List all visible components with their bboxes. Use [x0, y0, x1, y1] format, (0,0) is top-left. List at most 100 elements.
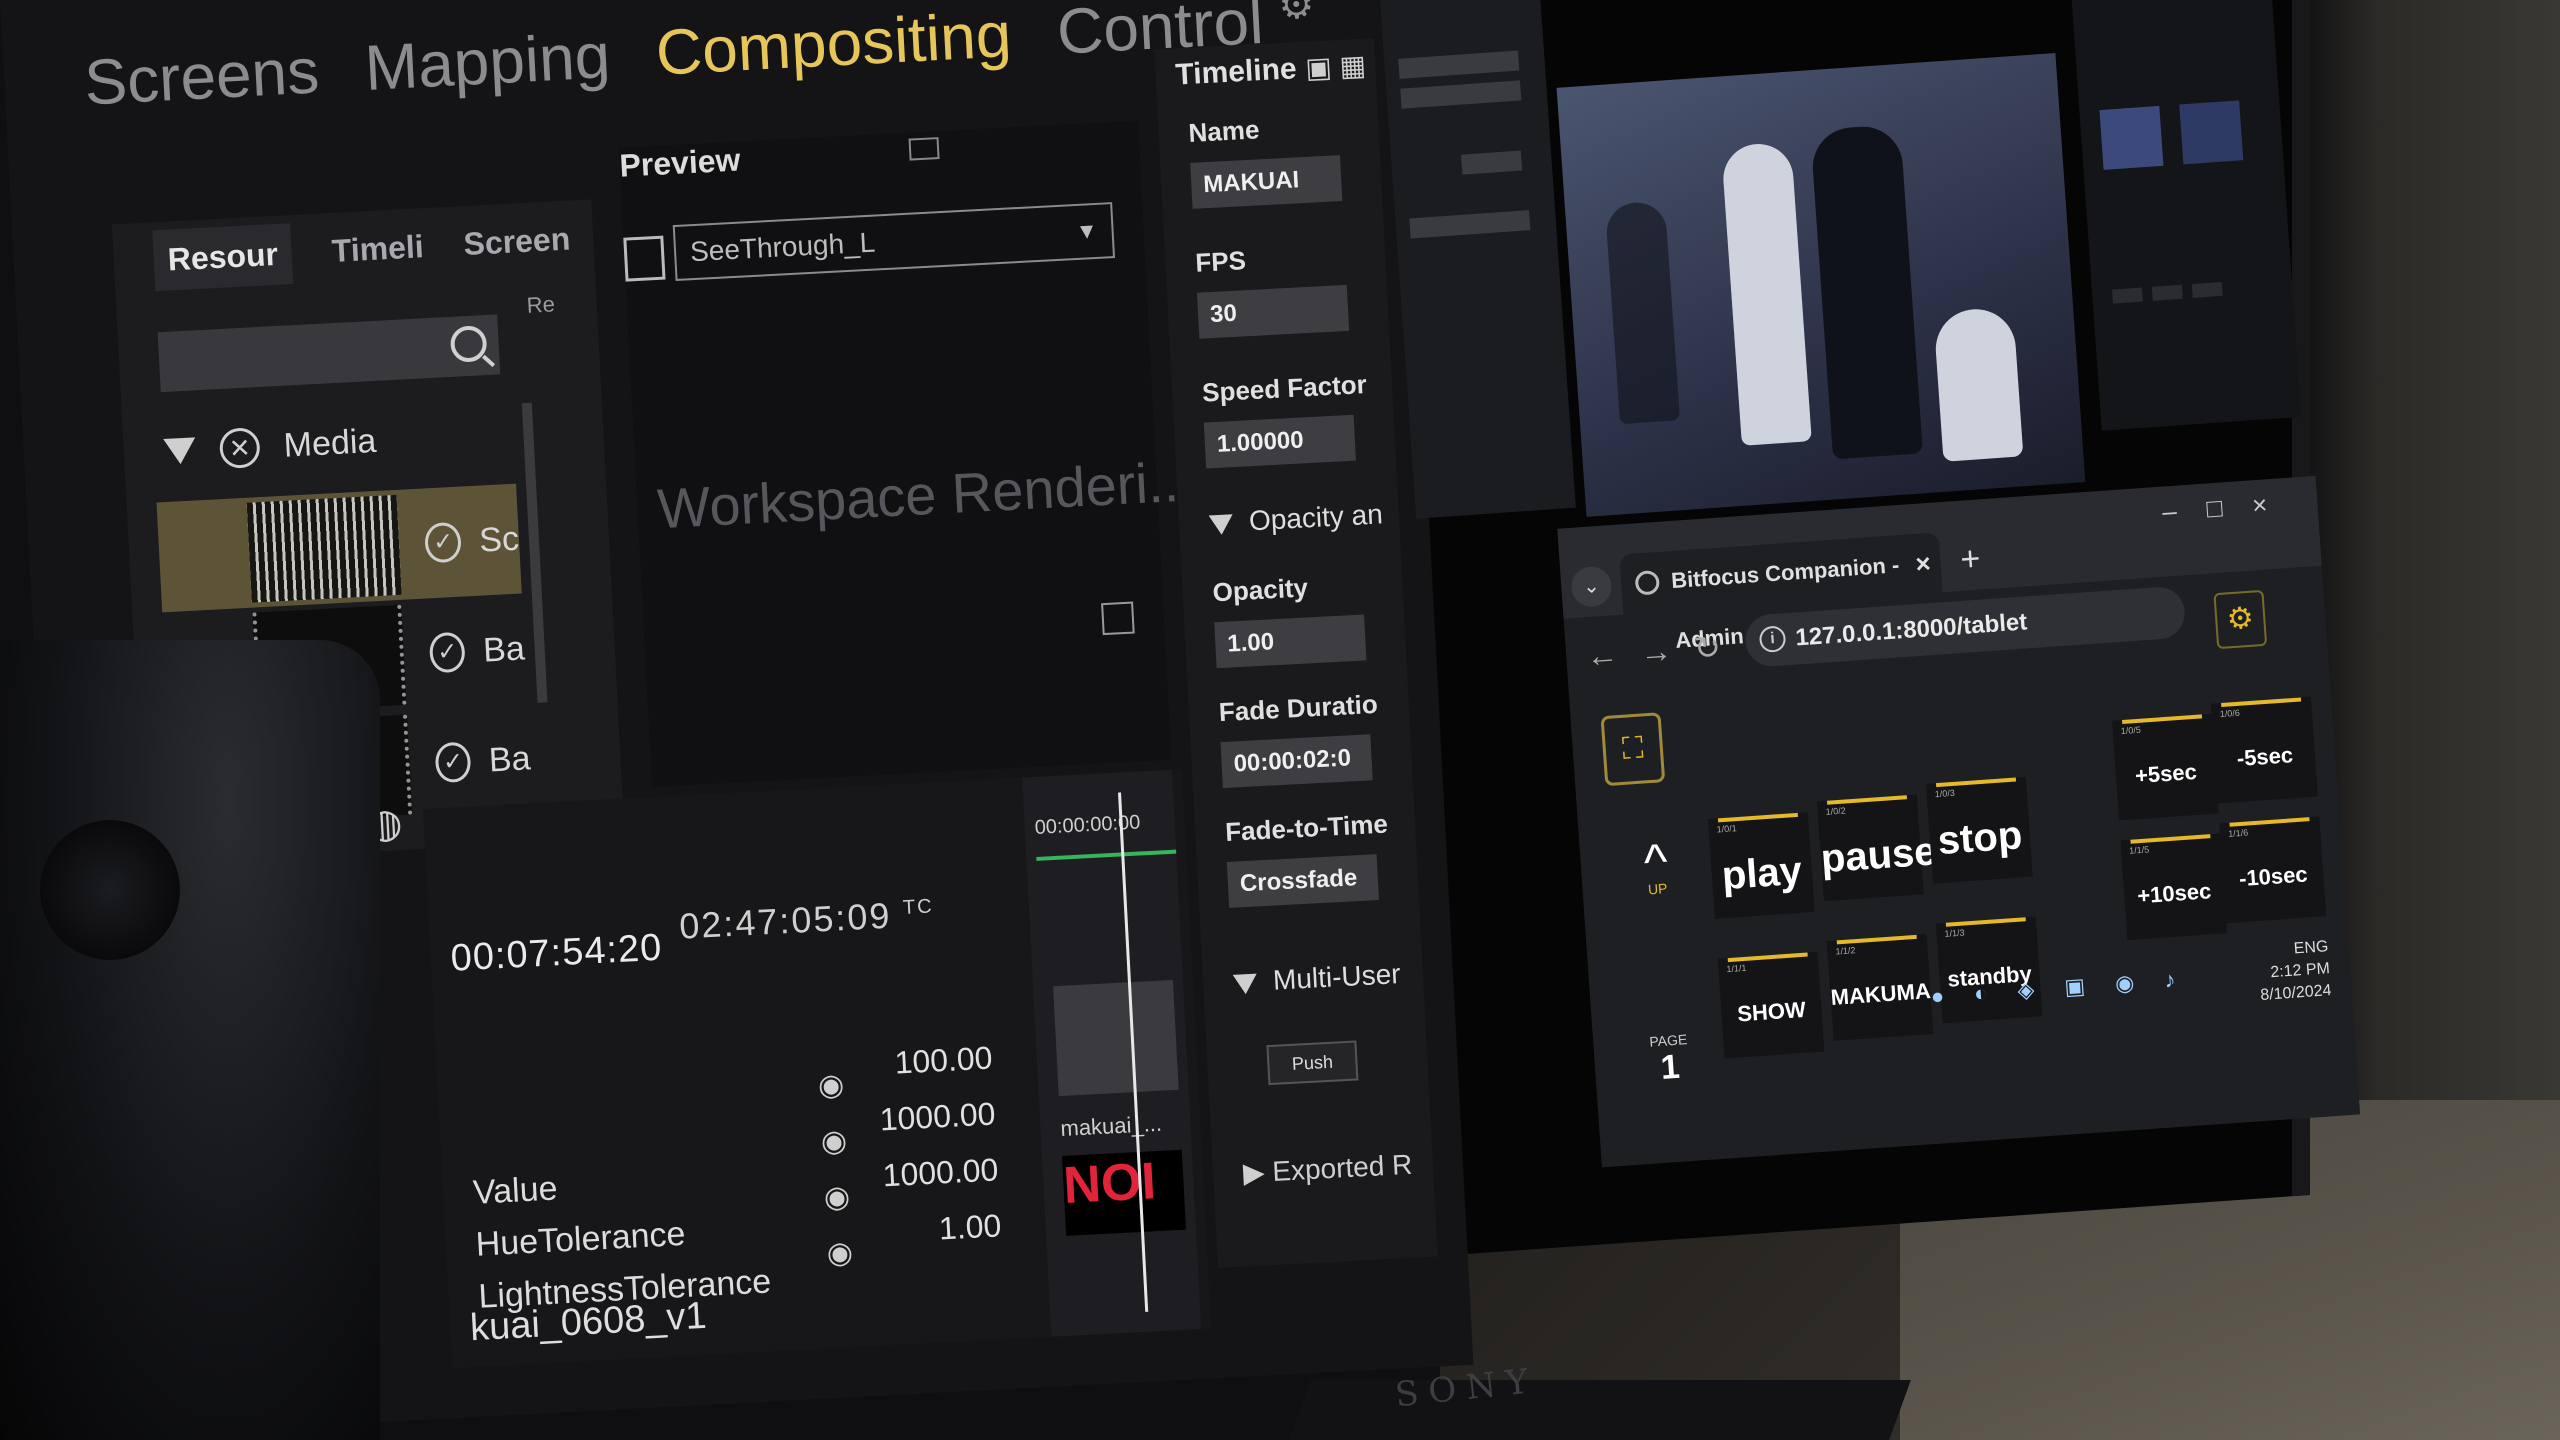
eye-icon[interactable]: ◉ — [822, 1169, 851, 1226]
tab-compositing[interactable]: Compositing — [654, 0, 1013, 90]
mixer-thumb[interactable] — [2099, 105, 2164, 170]
up-label: UP — [1647, 880, 1668, 898]
new-tab-icon[interactable]: + — [1959, 540, 1982, 580]
speed-field[interactable]: 1.00000 — [1203, 414, 1356, 469]
preview-panel: Preview SeeThrough_L ▼ Workspace Renderi… — [618, 120, 1196, 787]
key-minus10sec[interactable]: 1/1/6 -10sec — [2219, 816, 2327, 924]
system-clock[interactable]: ENG 2:12 PM 8/10/2024 — [2257, 936, 2333, 1007]
current-time: 00:07:54:20 — [449, 926, 664, 980]
tab-screens[interactable]: Screens — [83, 33, 321, 119]
opacity-section[interactable]: Opacity an — [1208, 498, 1383, 539]
param-value[interactable]: 100.00 — [875, 1030, 994, 1092]
layout-icons[interactable]: ▣ ▦ — [1304, 49, 1367, 85]
scene-button[interactable] — [1460, 150, 1523, 175]
scene-button[interactable] — [1400, 80, 1522, 109]
tab-search-icon[interactable]: ⌄ — [1570, 565, 1613, 609]
collapse-triangle-icon[interactable] — [163, 437, 197, 466]
opacity-field[interactable]: 1.00 — [1214, 614, 1367, 669]
page-indicator[interactable]: PAGE 1 — [1633, 1030, 1709, 1125]
media-folder[interactable]: ✕ Media — [163, 421, 377, 472]
name-field[interactable]: MAKUAI — [1190, 155, 1343, 209]
check-icon[interactable]: ✓ — [428, 631, 467, 674]
eye-icon[interactable]: ◉ — [819, 1113, 848, 1170]
key-pause[interactable]: 1/0/2 pause — [1816, 794, 1938, 902]
tab-mapping[interactable]: Mapping — [363, 18, 612, 105]
key-play[interactable]: 1/0/1 play — [1707, 812, 1815, 919]
search-input[interactable] — [157, 314, 501, 393]
media-folder-label: Media — [282, 421, 378, 465]
top-tabs: Screens Mapping Compositing Control ⚙ — [83, 0, 1317, 120]
eye-icon[interactable]: ◉ — [825, 1225, 854, 1282]
person-figure — [1810, 124, 1923, 460]
check-icon[interactable]: ✓ — [424, 521, 463, 564]
opacity-property: Opacity 1.00 — [1212, 570, 1367, 669]
scene-button[interactable] — [1398, 50, 1520, 79]
mixer-cell[interactable] — [2111, 287, 2143, 304]
expand-icon[interactable] — [908, 137, 940, 161]
check-icon[interactable]: ✓ — [434, 741, 472, 784]
upload-icon[interactable] — [623, 235, 666, 282]
foreground-camera — [0, 640, 380, 1440]
key-tag: 1/0/5 — [2120, 724, 2142, 737]
key-plus10sec[interactable]: 1/1/5 +10sec — [2120, 833, 2228, 941]
browser-window: ⌄ Bitfocus Companion - Admin × + –□× ←→↻… — [1557, 475, 2361, 1168]
key-stop[interactable]: 1/0/3 stop — [1926, 776, 2033, 884]
fullscreen-icon[interactable]: ⛶ — [1600, 712, 1666, 787]
noi-logo-thumbnail: NOI — [1061, 1149, 1186, 1236]
noi-logo-text: NOI — [1062, 1152, 1158, 1215]
track-clip-label: makuai_... — [1059, 1110, 1163, 1142]
scene-button[interactable] — [1409, 210, 1531, 239]
mixer-cell[interactable] — [2151, 284, 2183, 301]
key-makuma[interactable]: 1/1/2 MAKUMA — [1826, 934, 1934, 1041]
param-value[interactable]: 1.00 — [884, 1197, 1002, 1259]
mixer-panel — [2068, 0, 2302, 431]
tab-resources[interactable]: Resour — [152, 223, 294, 292]
key-plus5sec[interactable]: 1/0/5 +5sec — [2112, 713, 2219, 821]
media-item[interactable]: ✓ Sc — [156, 483, 522, 613]
param-values: 100.00 1000.00 1000.00 1.00 — [875, 1030, 1002, 1260]
nav-buttons[interactable]: ←→↻ — [1585, 626, 1744, 675]
page-number: 1 — [1659, 1047, 1681, 1087]
key-tag: 1/0/1 — [1716, 823, 1738, 835]
mixer-cell[interactable] — [2191, 281, 2223, 299]
source-dropdown[interactable]: SeeThrough_L ▼ — [672, 202, 1116, 282]
key-tag: 1/0/3 — [1934, 787, 1956, 800]
tc-label: TC — [902, 895, 935, 919]
mixer-thumb[interactable] — [2179, 100, 2244, 165]
param-value[interactable]: 1000.00 — [881, 1141, 999, 1203]
fps-label: FPS — [1194, 245, 1247, 278]
exported-section[interactable]: ▶ Exported R — [1242, 1148, 1413, 1190]
param-value[interactable]: 1000.00 — [878, 1085, 996, 1147]
fade-to-field[interactable]: Crossfade — [1226, 854, 1379, 908]
push-button[interactable]: Push — [1266, 1040, 1359, 1086]
keyframe-clip[interactable] — [1053, 979, 1179, 1097]
param-labels: Value HueTolerance LightnessTolerance — [472, 1152, 773, 1323]
media-thumbnail — [246, 494, 402, 603]
key-tag: 1/1/1 — [1726, 962, 1747, 975]
gear-icon[interactable]: ⚙ — [2213, 589, 2268, 650]
info-icon[interactable]: i — [1758, 625, 1787, 654]
collapse-triangle-icon[interactable] — [1208, 513, 1234, 536]
tray-icons[interactable]: ● ◐ ◈ ▣ ◉ ♪ — [1930, 966, 2188, 1010]
clip-range-bar — [1036, 849, 1177, 861]
key-minus5sec[interactable]: 1/0/6 -5sec — [2211, 696, 2318, 804]
fps-field[interactable]: 30 — [1196, 284, 1350, 339]
fade-field[interactable]: 00:00:02:0 — [1220, 734, 1373, 789]
eye-icon[interactable]: ◉ — [817, 1057, 846, 1114]
page-up-button[interactable]: ^ UP — [1619, 830, 1695, 925]
person-figure — [1933, 306, 2024, 462]
crop-icon[interactable] — [1101, 601, 1135, 636]
search-icon[interactable] — [449, 325, 488, 363]
timeline-track[interactable]: 00:00:00:00 makuai_... NOI — [1022, 769, 1202, 1337]
close-icon[interactable]: × — [1913, 533, 1932, 594]
multi-user-section[interactable]: Multi-User — [1232, 958, 1401, 999]
scrollbar[interactable] — [521, 402, 548, 703]
timecode-value: 02:47:05:09 — [678, 894, 893, 947]
fade-to-property: Fade-to-Time Crossfade — [1224, 809, 1391, 908]
tab-screen[interactable]: Screen — [463, 221, 572, 276]
window-controls[interactable]: –□× — [2161, 487, 2298, 527]
tab-timelines[interactable]: Timeli — [331, 228, 425, 282]
collapse-triangle-icon[interactable] — [1232, 973, 1258, 995]
remove-icon[interactable]: ✕ — [218, 427, 261, 470]
key-show[interactable]: 1/1/1 SHOW — [1717, 951, 1825, 1059]
